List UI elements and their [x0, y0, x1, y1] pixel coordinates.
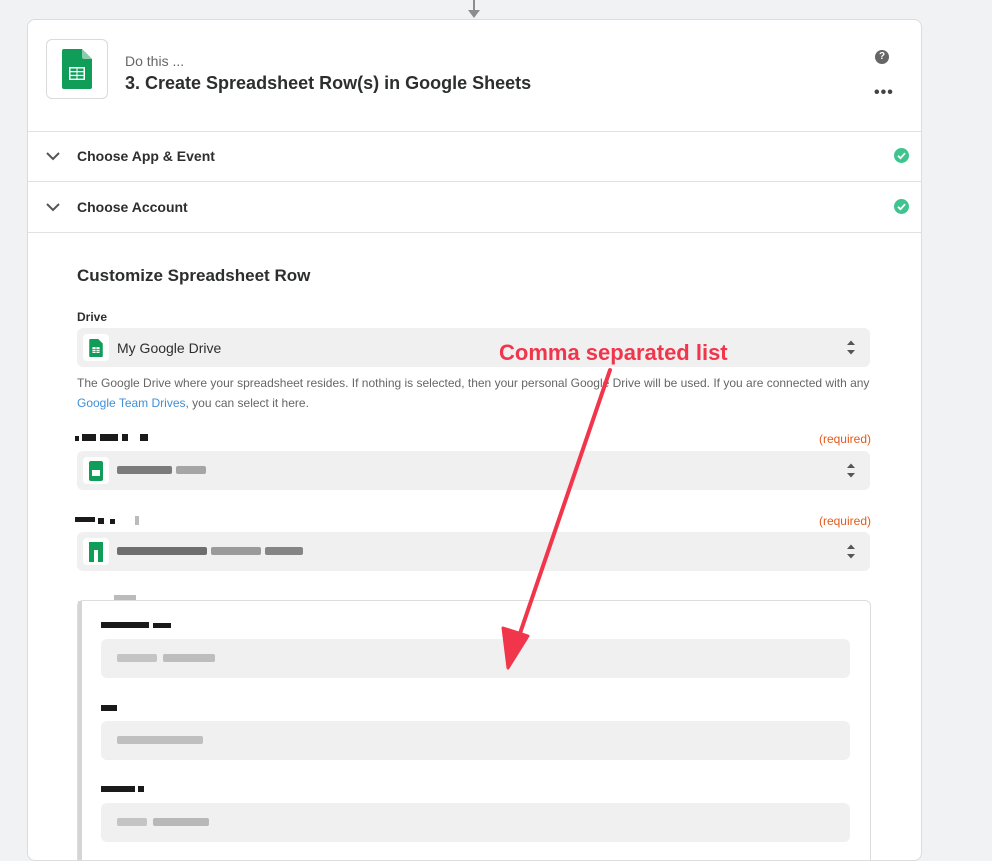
drive-help-suffix: , you can select it here.: [185, 396, 309, 410]
section-label-choose-account: Choose Account: [77, 199, 188, 215]
section-choose-app-event[interactable]: Choose App & Event: [28, 131, 921, 182]
spreadsheet-select[interactable]: [77, 451, 870, 490]
section-label-choose-app-event: Choose App & Event: [77, 148, 215, 164]
drive-help-text: The Google Drive where your spreadsheet …: [77, 373, 877, 413]
step-header[interactable]: Do this ... 3. Create Spreadsheet Row(s)…: [28, 20, 921, 132]
step-connector-arrow-icon: [468, 10, 480, 18]
required-indicator: (required): [818, 432, 871, 446]
row-fields-group: [77, 595, 871, 860]
drive-help-prefix: The Google Drive where your spreadsheet …: [77, 376, 870, 390]
drive-select-value: My Google Drive: [117, 340, 222, 356]
column-field-input[interactable]: [101, 803, 850, 842]
check-circle-icon: [894, 199, 909, 214]
step-title: 3. Create Spreadsheet Row(s) in Google S…: [125, 73, 532, 93]
google-team-drives-link[interactable]: Google Team Drives: [77, 396, 186, 410]
google-sheets-app-icon: [46, 39, 108, 99]
select-updown-icon: [847, 544, 855, 559]
select-updown-icon: [847, 340, 855, 355]
google-sheets-icon: [83, 538, 109, 565]
chevron-down-icon: [46, 203, 60, 212]
google-sheets-icon: [89, 338, 103, 357]
group-left-bar: [78, 601, 82, 860]
drive-select[interactable]: My Google Drive: [77, 328, 870, 367]
more-options-icon[interactable]: •••: [874, 84, 894, 102]
google-sheets-icon: [62, 49, 92, 89]
check-circle-icon: [894, 148, 909, 163]
column-field-input[interactable]: [101, 639, 850, 678]
google-sheets-icon: [83, 457, 109, 484]
annotation-label: Comma separated list: [499, 340, 728, 365]
step-card: Do this ... 3. Create Spreadsheet Row(s)…: [27, 19, 922, 861]
customize-section-title: Customize Spreadsheet Row: [77, 266, 311, 285]
section-choose-account[interactable]: Choose Account: [28, 182, 921, 233]
select-updown-icon: [847, 463, 855, 478]
column-field-input[interactable]: [101, 721, 850, 760]
help-icon[interactable]: ?: [875, 50, 889, 64]
drive-field-label: Drive: [77, 310, 108, 324]
worksheet-select[interactable]: [77, 532, 870, 571]
chevron-down-icon: [46, 152, 60, 161]
step-subtitle: Do this ...: [125, 53, 185, 69]
google-drive-sheets-icon: [83, 334, 109, 361]
required-indicator: (required): [818, 514, 871, 528]
